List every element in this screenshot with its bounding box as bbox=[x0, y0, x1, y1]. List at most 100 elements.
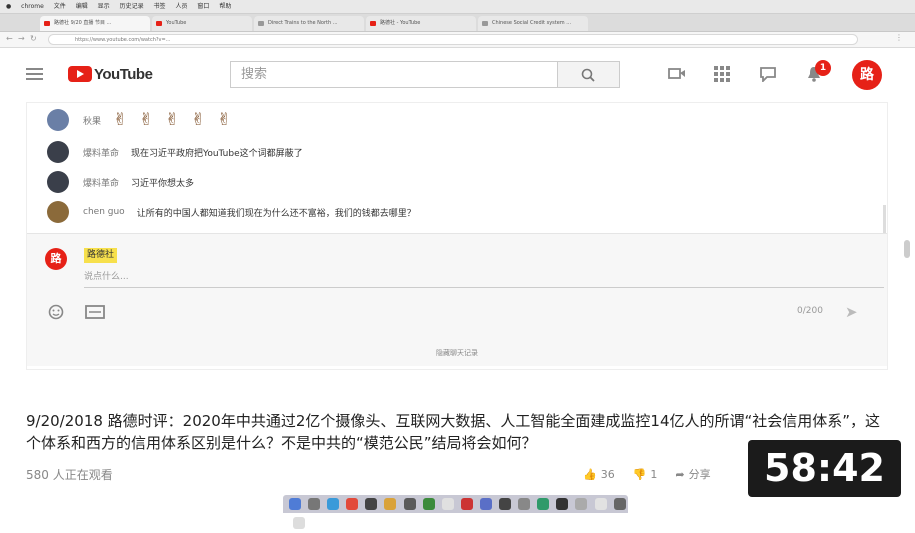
share-icon[interactable]: ➦ bbox=[675, 468, 684, 481]
search-input[interactable]: 搜索 bbox=[230, 61, 558, 88]
mac-menu-bar: ● chrome 文件 编辑 显示 历史记录 书签 人员 窗口 帮助 bbox=[0, 0, 915, 14]
chat-message: 爆料革命 现在习近平政府把YouTube这个词都屏蔽了 bbox=[47, 140, 303, 164]
my-channel-name: 路德社 bbox=[84, 248, 118, 263]
app-icon[interactable] bbox=[403, 498, 416, 510]
mac-dock bbox=[283, 495, 628, 529]
live-chat-panel: 秋果 ✌ ✌ ✌ ✌ ✌ 爆料革命 现在习近平政府把YouTube这个词都屏蔽了… bbox=[26, 102, 888, 370]
finder-icon[interactable] bbox=[289, 498, 301, 510]
chat-message: 爆料革命 习近平你想太多 bbox=[47, 170, 194, 194]
emoji-picker-icon[interactable] bbox=[47, 304, 65, 320]
menu-edit[interactable]: 编辑 bbox=[76, 3, 88, 10]
browser-tab[interactable]: YouTube bbox=[152, 16, 252, 31]
menu-app[interactable]: chrome bbox=[21, 3, 44, 10]
create-video-icon[interactable] bbox=[668, 66, 686, 82]
menu-file[interactable]: 文件 bbox=[54, 3, 66, 10]
menu-bookmarks[interactable]: 书签 bbox=[154, 3, 166, 10]
browser-tab[interactable]: Direct Trains to the North ... bbox=[254, 16, 364, 31]
chat-author: chen guo bbox=[83, 207, 125, 217]
menu-people[interactable]: 人员 bbox=[175, 3, 187, 10]
safari-icon[interactable] bbox=[327, 498, 340, 510]
chat-message: chen guo 让所有的中国人都知道我们现在为什么还不富裕，我们的钱都去哪里？ bbox=[47, 200, 416, 224]
search-icon bbox=[581, 68, 595, 82]
launchpad-icon[interactable] bbox=[308, 498, 321, 510]
chat-message-input[interactable]: 说点什么... bbox=[84, 269, 884, 288]
chat-text: 习近平你想太多 bbox=[131, 178, 195, 189]
youtube-favicon-icon bbox=[370, 21, 376, 26]
messages-icon[interactable] bbox=[759, 66, 777, 84]
app-icon[interactable] bbox=[556, 498, 569, 510]
app-icon[interactable] bbox=[460, 498, 473, 510]
app-icon[interactable] bbox=[594, 498, 607, 510]
emoji-victory-hand-icon: ✌ bbox=[217, 110, 232, 130]
youtube-play-icon bbox=[68, 66, 92, 82]
trash-icon[interactable] bbox=[293, 517, 305, 529]
avatar bbox=[47, 109, 69, 131]
app-icon[interactable] bbox=[518, 498, 531, 510]
like-count: 36 bbox=[600, 467, 615, 481]
apps-grid-icon[interactable] bbox=[713, 66, 731, 82]
forward-icon[interactable]: → bbox=[18, 34, 25, 43]
chat-text: 让所有的中国人都知道我们现在为什么还不富裕，我们的钱都去哪里？ bbox=[136, 208, 416, 219]
char-counter: 0/200 bbox=[797, 306, 823, 316]
menu-window[interactable]: 窗口 bbox=[197, 3, 209, 10]
browser-tab[interactable]: 路德社 9/20 直播 节目 ... bbox=[40, 16, 150, 31]
app-icon[interactable] bbox=[575, 498, 588, 510]
url-input[interactable]: https://www.youtube.com/watch?v=... bbox=[48, 34, 858, 45]
emoji-victory-hand-icon: ✌ bbox=[113, 110, 128, 130]
dislike-count: 1 bbox=[650, 467, 658, 481]
chat-text: 现在习近平政府把YouTube这个词都屏蔽了 bbox=[131, 148, 303, 159]
video-duration-badge: 58:42 bbox=[748, 440, 901, 497]
back-icon[interactable]: ← bbox=[6, 34, 13, 43]
reload-icon[interactable]: ↻ bbox=[30, 34, 37, 43]
app-icon[interactable] bbox=[441, 498, 454, 510]
super-chat-icon[interactable] bbox=[85, 304, 105, 320]
chat-author: 爆料革命 bbox=[83, 178, 120, 189]
page-scrollbar[interactable] bbox=[904, 240, 910, 258]
browser-tab[interactable]: Chinese Social Credit system ... bbox=[478, 16, 588, 31]
app-icon[interactable] bbox=[422, 498, 435, 510]
chat-scrollbar[interactable] bbox=[883, 205, 886, 233]
page-favicon-icon bbox=[482, 21, 488, 26]
app-icon[interactable] bbox=[499, 498, 512, 510]
browser-tab-bar: 路德社 9/20 直播 节目 ... YouTube Direct Trains… bbox=[0, 14, 915, 32]
app-icon[interactable] bbox=[479, 498, 492, 510]
youtube-favicon-icon bbox=[156, 21, 162, 26]
live-viewers-count: 580 人正在观看 bbox=[26, 468, 113, 482]
chat-author: 秋果 bbox=[83, 116, 102, 127]
like-dislike-bar: 👍 36 👎 1 ➦ 分享 bbox=[583, 466, 715, 482]
notification-count-badge: 1 bbox=[815, 60, 831, 76]
send-icon[interactable]: ➤ bbox=[845, 303, 858, 321]
menu-help[interactable]: 帮助 bbox=[219, 3, 231, 10]
app-icon[interactable] bbox=[365, 498, 378, 510]
youtube-header: YouTube 搜索 1 路 bbox=[0, 48, 915, 100]
browser-menu-icon[interactable]: ⋮ bbox=[895, 33, 903, 42]
page-favicon-icon bbox=[258, 21, 264, 26]
app-icon[interactable] bbox=[384, 498, 397, 510]
account-avatar[interactable]: 路 bbox=[852, 60, 882, 90]
hamburger-menu-icon[interactable] bbox=[26, 68, 43, 80]
hide-chat-link[interactable]: 隐藏聊天记录 bbox=[27, 348, 887, 358]
emoji-victory-hand-icon: ✌ bbox=[191, 110, 206, 130]
menu-view[interactable]: 显示 bbox=[98, 3, 110, 10]
emoji-victory-hand-icon: ✌ bbox=[165, 110, 180, 130]
address-bar-row: ← → ↻ https://www.youtube.com/watch?v=..… bbox=[0, 32, 915, 48]
app-icon[interactable] bbox=[346, 498, 359, 510]
youtube-favicon-icon bbox=[44, 21, 50, 26]
search-button[interactable] bbox=[558, 61, 620, 88]
app-icon[interactable] bbox=[613, 498, 626, 510]
menu-history[interactable]: 历史记录 bbox=[120, 3, 144, 10]
avatar bbox=[47, 171, 69, 193]
share-label[interactable]: 分享 bbox=[689, 466, 711, 482]
my-avatar: 路 bbox=[45, 248, 67, 270]
thumbs-up-icon[interactable]: 👍 bbox=[583, 468, 597, 481]
chat-message: 秋果 ✌ ✌ ✌ ✌ ✌ bbox=[47, 108, 243, 132]
avatar bbox=[47, 141, 69, 163]
chat-author: 爆料革命 bbox=[83, 148, 120, 159]
thumbs-down-icon[interactable]: 👎 bbox=[633, 468, 647, 481]
apple-icon[interactable]: ● bbox=[6, 3, 11, 10]
browser-tab[interactable]: 路德社 - YouTube bbox=[366, 16, 476, 31]
avatar bbox=[47, 201, 69, 223]
app-icon[interactable] bbox=[537, 498, 550, 510]
youtube-logo[interactable]: YouTube bbox=[68, 65, 153, 83]
emoji-victory-hand-icon: ✌ bbox=[139, 110, 154, 130]
